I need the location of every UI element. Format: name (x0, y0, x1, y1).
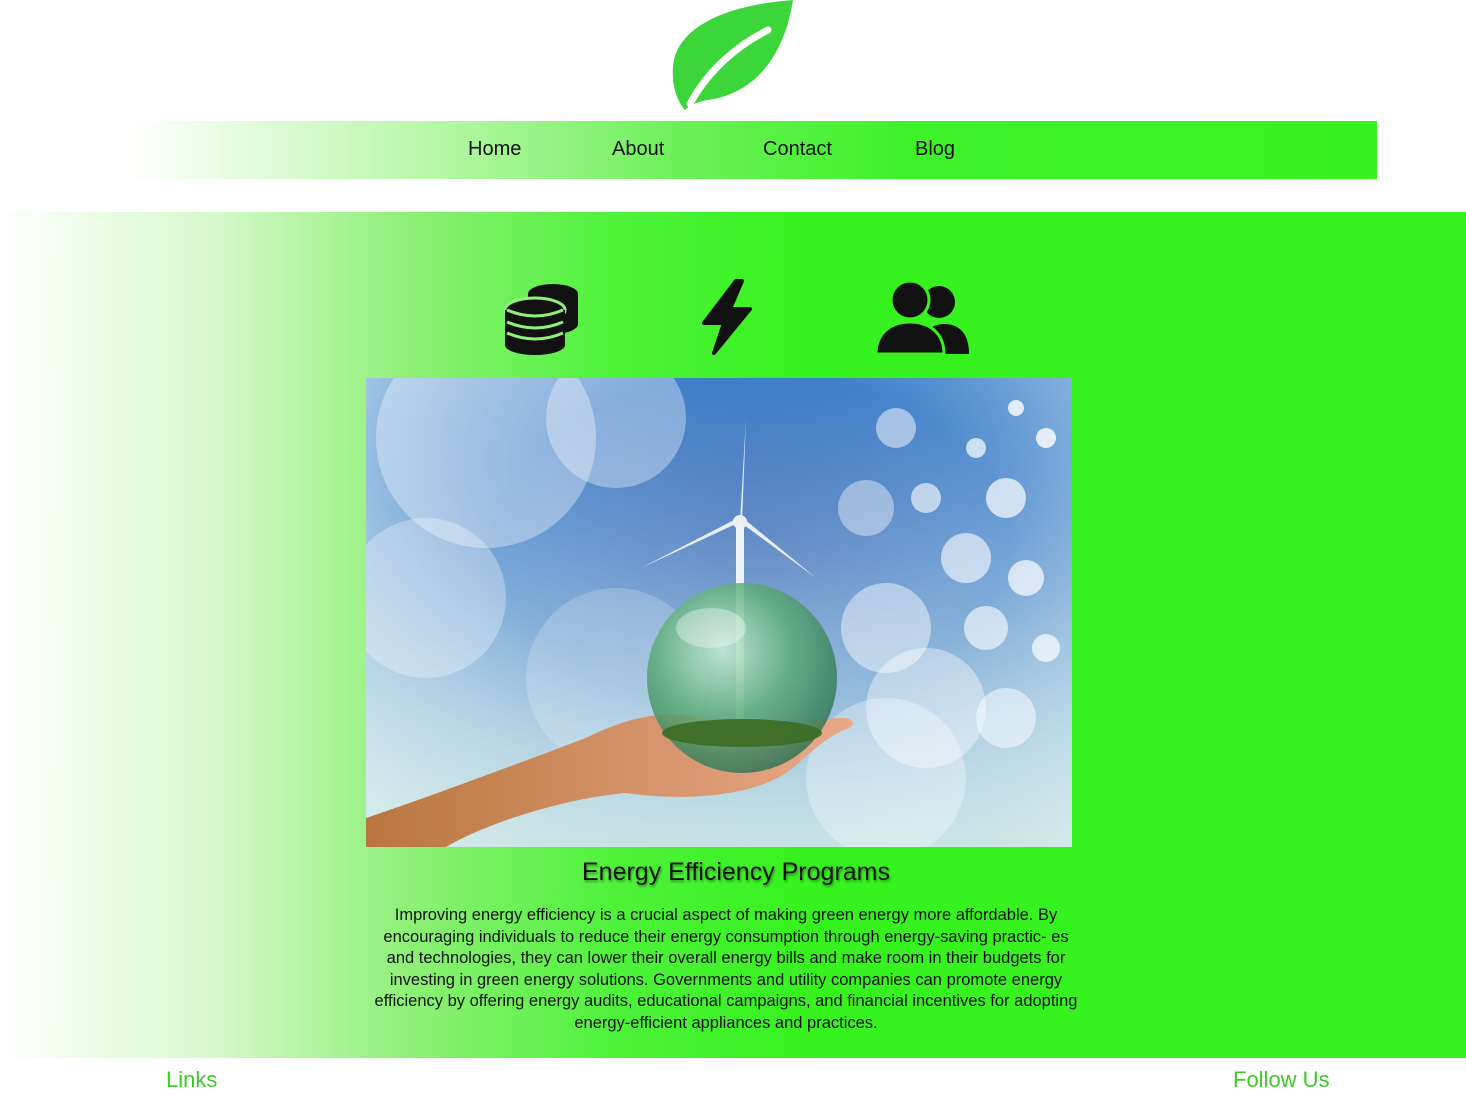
nav-home[interactable]: Home (468, 138, 521, 161)
footer-links[interactable]: Links (166, 1067, 217, 1093)
hero-image (366, 378, 1072, 847)
footer-follow-us[interactable]: Follow Us (1233, 1067, 1330, 1093)
nav-blog[interactable]: Blog (915, 138, 955, 161)
nav-contact[interactable]: Contact (763, 138, 832, 161)
coins-icon (503, 280, 581, 360)
lightning-bolt-icon (696, 279, 758, 360)
nav-bar: Home About Contact Blog (125, 121, 1377, 179)
article-title: Energy Efficiency Programs (582, 858, 890, 886)
nav-about[interactable]: About (612, 138, 664, 161)
main-section: Energy Efficiency Programs Improving ene… (0, 212, 1466, 1058)
leaf-logo-icon[interactable] (668, 0, 798, 112)
article-body: Improving energy efficiency is a crucial… (374, 906, 1078, 1032)
users-icon (874, 279, 970, 361)
